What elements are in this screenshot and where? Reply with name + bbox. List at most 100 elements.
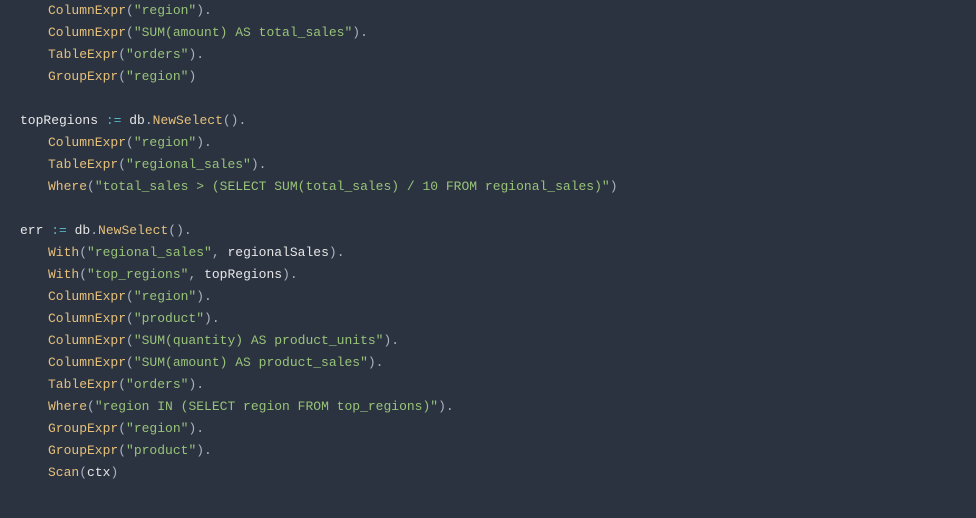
code-token: , xyxy=(212,245,228,260)
code-token: "region" xyxy=(134,3,196,18)
code-token: ( xyxy=(118,443,126,458)
code-line: ColumnExpr("product"). xyxy=(20,308,976,330)
code-token: GroupExpr xyxy=(48,69,118,84)
code-token: ( xyxy=(118,421,126,436)
code-token: ( xyxy=(126,25,134,40)
code-token: ). xyxy=(196,135,212,150)
code-token: ). xyxy=(251,157,267,172)
code-token: ( xyxy=(87,179,95,194)
code-token: ). xyxy=(188,377,204,392)
code-token: "product" xyxy=(134,311,204,326)
code-line: err := db.NewSelect(). xyxy=(20,220,976,242)
code-token: "region" xyxy=(126,421,188,436)
code-token: topRegions xyxy=(204,267,282,282)
code-line: topRegions := db.NewSelect(). xyxy=(20,110,976,132)
code-token: "orders" xyxy=(126,377,188,392)
code-token: ). xyxy=(196,443,212,458)
code-line: Where("region IN (SELECT region FROM top… xyxy=(20,396,976,418)
code-token: ( xyxy=(126,333,134,348)
code-token: ( xyxy=(126,135,134,150)
code-token: ) xyxy=(110,465,118,480)
code-token: ). xyxy=(204,311,220,326)
code-token: ColumnExpr xyxy=(48,3,126,18)
code-token: := xyxy=(51,223,67,238)
code-token: With xyxy=(48,245,79,260)
code-line: GroupExpr("product"). xyxy=(20,440,976,462)
code-token: ( xyxy=(126,289,134,304)
code-token: "regional_sales" xyxy=(126,157,251,172)
code-line: TableExpr("orders"). xyxy=(20,44,976,66)
code-line xyxy=(20,88,976,110)
code-token: GroupExpr xyxy=(48,443,118,458)
code-token: NewSelect xyxy=(153,113,223,128)
code-token: "region" xyxy=(126,69,188,84)
code-token: ). xyxy=(352,25,368,40)
code-line: Scan(ctx) xyxy=(20,462,976,484)
code-token: Where xyxy=(48,179,87,194)
code-token: "region IN (SELECT region FROM top_regio… xyxy=(95,399,438,414)
code-token: GroupExpr xyxy=(48,421,118,436)
code-line: TableExpr("regional_sales"). xyxy=(20,154,976,176)
code-token: ) xyxy=(188,69,196,84)
code-token: ctx xyxy=(87,465,110,480)
code-token: ) xyxy=(610,179,618,194)
code-line: TableExpr("orders"). xyxy=(20,374,976,396)
code-token: ). xyxy=(196,3,212,18)
code-token: db xyxy=(67,223,90,238)
code-token: "orders" xyxy=(126,47,188,62)
code-token: err xyxy=(20,223,51,238)
code-line: GroupExpr("region"). xyxy=(20,418,976,440)
code-token: TableExpr xyxy=(48,157,118,172)
code-token: With xyxy=(48,267,79,282)
code-token: ColumnExpr xyxy=(48,289,126,304)
code-token: , xyxy=(188,267,204,282)
code-token: Scan xyxy=(48,465,79,480)
code-line: With("regional_sales", regionalSales). xyxy=(20,242,976,264)
code-token: (). xyxy=(168,223,191,238)
code-token: ). xyxy=(188,47,204,62)
code-token: ( xyxy=(87,399,95,414)
code-token: "product" xyxy=(126,443,196,458)
code-token: "region" xyxy=(134,289,196,304)
code-token: ). xyxy=(383,333,399,348)
code-token: "SUM(quantity) AS product_units" xyxy=(134,333,384,348)
code-token: "regional_sales" xyxy=(87,245,212,260)
code-block: ColumnExpr("region").ColumnExpr("SUM(amo… xyxy=(0,0,976,484)
code-token: ColumnExpr xyxy=(48,355,126,370)
code-line: With("top_regions", topRegions). xyxy=(20,264,976,286)
code-token: ). xyxy=(196,289,212,304)
code-token: db xyxy=(121,113,144,128)
code-token: . xyxy=(145,113,153,128)
code-line: ColumnExpr("SUM(amount) AS product_sales… xyxy=(20,352,976,374)
code-line: ColumnExpr("region"). xyxy=(20,132,976,154)
code-token: ( xyxy=(79,267,87,282)
code-token: := xyxy=(106,113,122,128)
code-line: ColumnExpr("region"). xyxy=(20,0,976,22)
code-line xyxy=(20,198,976,220)
code-line: GroupExpr("region") xyxy=(20,66,976,88)
code-line: Where("total_sales > (SELECT SUM(total_s… xyxy=(20,176,976,198)
code-token: "top_regions" xyxy=(87,267,188,282)
code-token: ). xyxy=(329,245,345,260)
code-token: ). xyxy=(188,421,204,436)
code-token: ( xyxy=(126,3,134,18)
code-token: "SUM(amount) AS product_sales" xyxy=(134,355,368,370)
code-token: ( xyxy=(126,311,134,326)
code-token: ColumnExpr xyxy=(48,311,126,326)
code-line: ColumnExpr("SUM(quantity) AS product_uni… xyxy=(20,330,976,352)
code-token: "SUM(amount) AS total_sales" xyxy=(134,25,352,40)
code-token: . xyxy=(90,223,98,238)
code-token: regionalSales xyxy=(227,245,328,260)
code-token: ColumnExpr xyxy=(48,25,126,40)
code-token: ( xyxy=(118,377,126,392)
code-token: ( xyxy=(79,245,87,260)
code-token: TableExpr xyxy=(48,377,118,392)
code-token: "region" xyxy=(134,135,196,150)
code-token: ). xyxy=(282,267,298,282)
code-token: ColumnExpr xyxy=(48,333,126,348)
code-token: ColumnExpr xyxy=(48,135,126,150)
code-token: ). xyxy=(438,399,454,414)
code-token: ( xyxy=(79,465,87,480)
code-token: ). xyxy=(368,355,384,370)
code-token: TableExpr xyxy=(48,47,118,62)
